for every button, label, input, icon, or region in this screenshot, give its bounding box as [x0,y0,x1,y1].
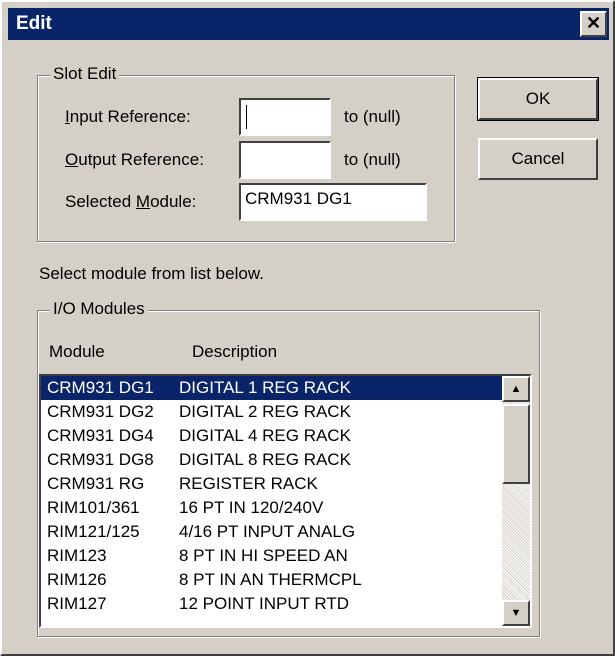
list-item-description: 12 POINT INPUT RTD [179,594,350,613]
scrollbar[interactable]: ▲ ▼ [502,376,530,626]
close-icon[interactable]: ✕ [580,11,607,37]
list-item-module: CRM931 DG2 [47,402,154,421]
output-reference-mnemonic: O [65,150,79,169]
list-item-module: CRM931 DG1 [47,378,154,397]
list-item-description: 8 PT IN AN THERMCPL [179,570,362,589]
input-reference-range: to (null) [344,107,401,126]
scroll-thumb[interactable] [502,404,530,484]
list-item-module: CRM931 DG4 [47,426,154,445]
output-reference-field[interactable] [239,141,331,179]
list-item[interactable]: CRM931 DG4 DIGITAL 4 REG RACK [41,424,503,448]
instruction-text: Select module from list below. [39,264,264,283]
selected-module-label: Selected Module: [65,192,196,212]
list-item-module: RIM126 [47,570,107,589]
list-item[interactable]: CRM931 DG8 DIGITAL 8 REG RACK [41,448,503,472]
list-item-description: 4/16 PT INPUT ANALG [179,522,356,541]
io-modules-list: CRM931 DG1 DIGITAL 1 REG RACK CRM931 DG2 DI… [41,376,503,616]
text-caret [246,105,247,129]
list-item-module: RIM123 [47,546,107,565]
output-reference-label-text: utput Reference: [78,150,204,169]
list-item-module: RIM121/125 [47,522,140,541]
scroll-up-icon[interactable]: ▲ [502,376,530,402]
list-item-module: RIM127 [47,594,107,613]
ok-button[interactable]: OK [477,77,599,121]
list-item[interactable]: RIM126 8 PT IN AN THERMCPL [41,568,503,592]
list-item[interactable]: RIM127 12 POINT INPUT RTD [41,592,503,616]
input-reference-label: Input Reference: [65,107,191,127]
window-title: Edit [16,13,52,34]
column-header-description[interactable]: Description [192,342,277,362]
list-item-description: DIGITAL 1 REG RACK [179,378,351,397]
cancel-button[interactable]: Cancel [478,138,598,180]
title-bar[interactable]: Edit ✕ [8,8,609,40]
selected-module-label-text: odule: [150,192,197,211]
selected-module-label-pre: Selected [65,192,136,211]
selected-module-field[interactable]: CRM931 DG1 [239,183,427,221]
list-item-description: 8 PT IN HI SPEED AN [179,546,348,565]
io-modules-legend: I/O Modules [50,299,148,319]
list-item[interactable]: CRM931 DG2 DIGITAL 2 REG RACK [41,400,503,424]
edit-dialog: Edit ✕ Slot Edit Input Reference: to (nu… [0,0,615,656]
selected-module-value: CRM931 DG1 [245,189,352,208]
list-item-description: REGISTER RACK [179,474,318,493]
list-item-module: CRM931 RG [47,474,145,493]
input-reference-label-text: nput Reference: [69,107,191,126]
input-reference-field[interactable] [239,98,331,136]
list-item[interactable]: CRM931 DG1 DIGITAL 1 REG RACK [41,376,503,400]
list-item-description: DIGITAL 4 REG RACK [179,426,351,445]
list-item-module: RIM101/361 [47,498,140,517]
scroll-down-icon[interactable]: ▼ [502,600,530,626]
slot-edit-legend: Slot Edit [50,64,120,84]
list-item[interactable]: RIM121/125 4/16 PT INPUT ANALG [41,520,503,544]
list-item-description: DIGITAL 2 REG RACK [179,402,351,421]
selected-module-mnemonic: M [135,192,151,211]
list-item[interactable]: RIM101/361 16 PT IN 120/240V [41,496,503,520]
io-modules-listbox[interactable]: CRM931 DG1 DIGITAL 1 REG RACK CRM931 DG2 DI… [39,374,532,628]
list-item-module: CRM931 DG8 [47,450,154,469]
output-reference-label: Output Reference: [65,150,204,170]
output-reference-range: to (null) [344,150,401,169]
list-item-description: 16 PT IN 120/240V [179,498,324,517]
list-item[interactable]: CRM931 RG REGISTER RACK [41,472,503,496]
column-header-module[interactable]: Module [49,342,105,362]
list-item-description: DIGITAL 8 REG RACK [179,450,351,469]
list-item[interactable]: RIM123 8 PT IN HI SPEED AN [41,544,503,568]
